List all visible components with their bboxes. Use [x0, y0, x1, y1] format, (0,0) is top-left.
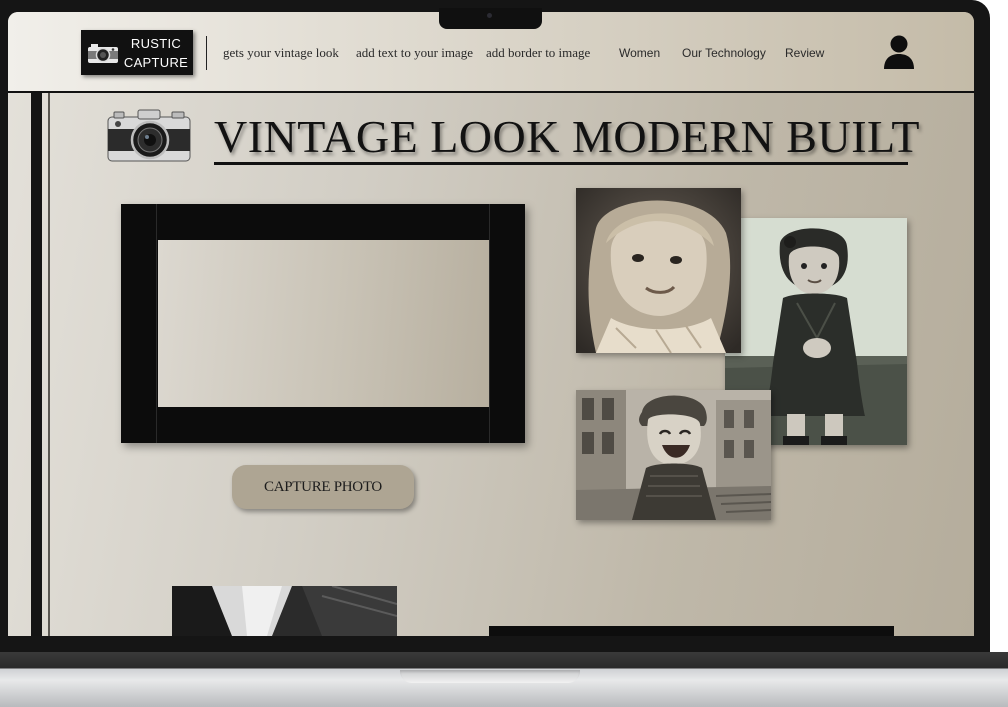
vintage-girl-portrait-image — [576, 188, 741, 353]
webcam-icon — [487, 13, 492, 18]
hero-title: VINTAGE LOOK MODERN BUILT — [214, 111, 921, 162]
nav-link-review[interactable]: Review — [785, 46, 824, 60]
website-screen: RUSTIC CAPTURE gets your vintage look ad… — [8, 12, 974, 636]
capture-preview-area[interactable] — [158, 240, 489, 407]
brand-logo[interactable]: RUSTIC CAPTURE — [81, 30, 193, 75]
nav-link-add-border[interactable]: add border to image — [486, 45, 590, 61]
left-decor-line — [48, 92, 50, 636]
bottom-section-bar — [489, 626, 894, 636]
gallery-photo-girl-portrait[interactable] — [576, 188, 741, 353]
nav-link-vintage-look[interactable]: gets your vintage look — [223, 45, 339, 61]
brand-line-2: CAPTURE — [123, 54, 189, 70]
frame-seam — [489, 204, 490, 443]
nav-link-women[interactable]: Women — [619, 46, 660, 60]
brand-name: RUSTIC CAPTURE — [123, 34, 189, 72]
frame-seam — [156, 204, 157, 443]
hero-underline — [214, 162, 908, 165]
bottom-section-photo — [172, 586, 397, 636]
nav-link-add-text[interactable]: add text to your image — [356, 45, 473, 61]
capture-frame — [121, 204, 525, 443]
camera-icon — [88, 43, 118, 63]
user-icon[interactable] — [882, 34, 916, 70]
capture-photo-button[interactable]: CAPTURE PHOTO — [232, 465, 414, 509]
bottom-architecture-image — [172, 586, 397, 636]
nav-divider — [206, 36, 207, 70]
laptop-notch — [439, 8, 542, 29]
left-decor-rail — [31, 12, 42, 636]
vintage-camera-icon — [107, 109, 191, 162]
nav-link-our-technology[interactable]: Our Technology — [682, 46, 766, 60]
gallery-photo-laughing-child[interactable] — [576, 390, 771, 520]
laughing-child-street-image — [576, 390, 771, 520]
laptop-lid-grip — [400, 670, 580, 683]
brand-line-1: RUSTIC — [130, 35, 182, 51]
